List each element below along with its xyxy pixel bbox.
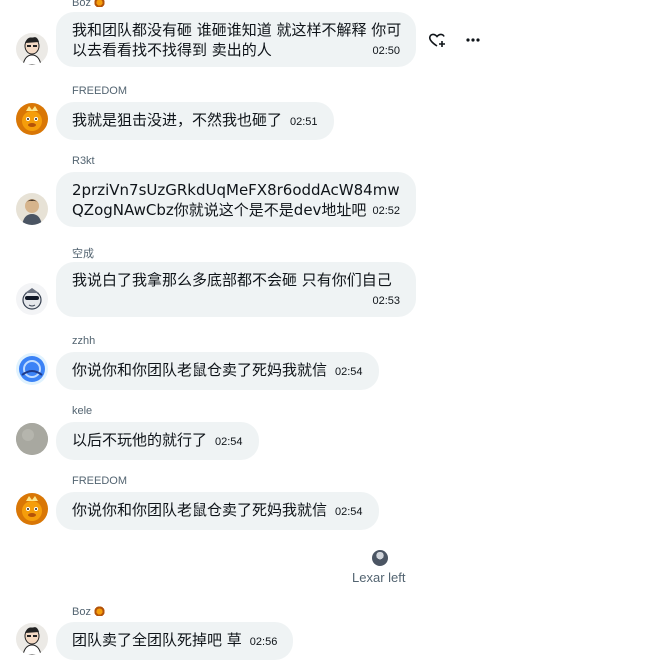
message-time: 02:56 (249, 636, 278, 648)
avatar[interactable] (16, 33, 48, 65)
sender-name: FREEDOM (72, 475, 127, 487)
notice-text: Lexar left (352, 570, 406, 585)
avatar[interactable] (16, 103, 48, 135)
message-bubble[interactable]: 以后不玩他的就行了 02:54 (56, 422, 259, 460)
more-horizontal-icon[interactable] (463, 30, 483, 50)
avatar[interactable] (16, 193, 48, 225)
message-bubble[interactable]: 团队卖了全团队死掉吧 草 02:56 (56, 622, 294, 660)
user-avatar-icon (372, 550, 388, 566)
message-text: 团队卖了全团队死掉吧 草 (72, 631, 242, 649)
message-time: 02:53 (372, 295, 400, 307)
message-text: 我和团队都没有砸 谁砸谁知道 就这样不解释 你可以去看看找不找得到 卖出的人 (72, 21, 402, 59)
sender-name: zzhh (72, 335, 96, 347)
message-bubble[interactable]: 你说你和你团队老鼠仓卖了死妈我就信 02:54 (56, 492, 379, 530)
flame-badge-icon (93, 605, 105, 616)
message-text: 2prziVn7sUzGRkdUqMeFX8r6oddAcW84mwQZogNA… (72, 181, 400, 219)
message-bubble[interactable]: 2prziVn7sUzGRkdUqMeFX8r6oddAcW84mwQZogNA… (56, 172, 416, 227)
sender-name: R3kt (72, 155, 95, 167)
sender-name: Boz (72, 605, 105, 618)
message-text: 你说你和你团队老鼠仓卖了死妈我就信 (72, 501, 328, 519)
message-time: 02:54 (215, 436, 243, 448)
avatar[interactable] (16, 283, 48, 315)
avatar[interactable] (16, 353, 48, 385)
freedom-avatar-icon (16, 103, 48, 135)
sender-name: Boz (72, 0, 105, 9)
message-bubble[interactable]: 你说你和你团队老鼠仓卖了死妈我就信 02:54 (56, 352, 379, 390)
kele-avatar-icon (16, 423, 48, 455)
boz-avatar-icon (16, 33, 48, 65)
message-bubble[interactable]: 我就是狙击没进，不然我也砸了 02:51 (56, 102, 334, 140)
message-text: 你说你和你团队老鼠仓卖了死妈我就信 (72, 361, 328, 379)
sender-name: FREEDOM (72, 85, 127, 97)
message-time: 02:52 (372, 205, 400, 217)
sender-name: kele (72, 405, 93, 417)
message-text: 以后不玩他的就行了 (72, 431, 208, 449)
message-time: 02:54 (335, 366, 363, 378)
r3kt-avatar-icon (16, 193, 48, 225)
message-bubble[interactable]: 我说白了我拿那么多底部都不会砸 只有你们自己 02:53 (56, 262, 416, 317)
message-bubble[interactable]: 我和团队都没有砸 谁砸谁知道 就这样不解释 你可以去看看找不找得到 卖出的人 0… (56, 12, 416, 67)
message-time: 02:54 (335, 506, 363, 518)
flame-badge-icon (93, 0, 105, 7)
avatar[interactable] (16, 623, 48, 655)
message-text: 我就是狙击没进，不然我也砸了 (72, 111, 283, 129)
sender-name: 空成 (72, 248, 94, 260)
heart-plus-icon[interactable] (427, 30, 447, 50)
zzhh-avatar-icon (16, 353, 48, 385)
boz-avatar-icon (16, 623, 48, 655)
message-time: 02:51 (290, 116, 318, 128)
message-time: 02:50 (372, 45, 400, 57)
avatar[interactable] (16, 493, 48, 525)
avatar[interactable] (16, 423, 48, 455)
kongcheng-avatar-icon (16, 283, 48, 315)
message-text: 我说白了我拿那么多底部都不会砸 只有你们自己 (72, 271, 392, 289)
freedom-avatar-icon (16, 493, 48, 525)
